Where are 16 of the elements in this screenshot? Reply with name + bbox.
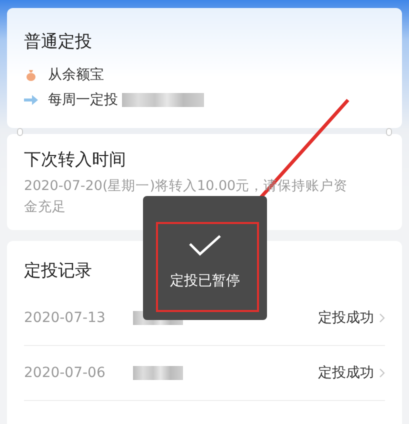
card-title: 定投记录 — [24, 260, 92, 282]
blurred-text — [133, 366, 184, 380]
record-date: 2020-07-06 — [24, 365, 106, 381]
record-date: 2020-07-13 — [24, 310, 106, 326]
arrow-right-icon — [24, 94, 38, 104]
toast-message: 定投已暂停 — [170, 272, 240, 290]
info-text: 每周一定投 — [48, 90, 118, 108]
card-title: 下次转入时间 — [24, 149, 126, 171]
chevron-right-icon — [379, 368, 385, 378]
money-bag-icon — [24, 68, 38, 80]
checkmark-icon — [188, 234, 222, 256]
chevron-right-icon — [379, 313, 385, 323]
record-status[interactable]: 定投成功 — [318, 364, 374, 382]
card-title: 普通定投 — [24, 31, 92, 53]
info-text: 从余额宝 — [48, 66, 104, 84]
record-status[interactable]: 定投成功 — [318, 309, 374, 327]
